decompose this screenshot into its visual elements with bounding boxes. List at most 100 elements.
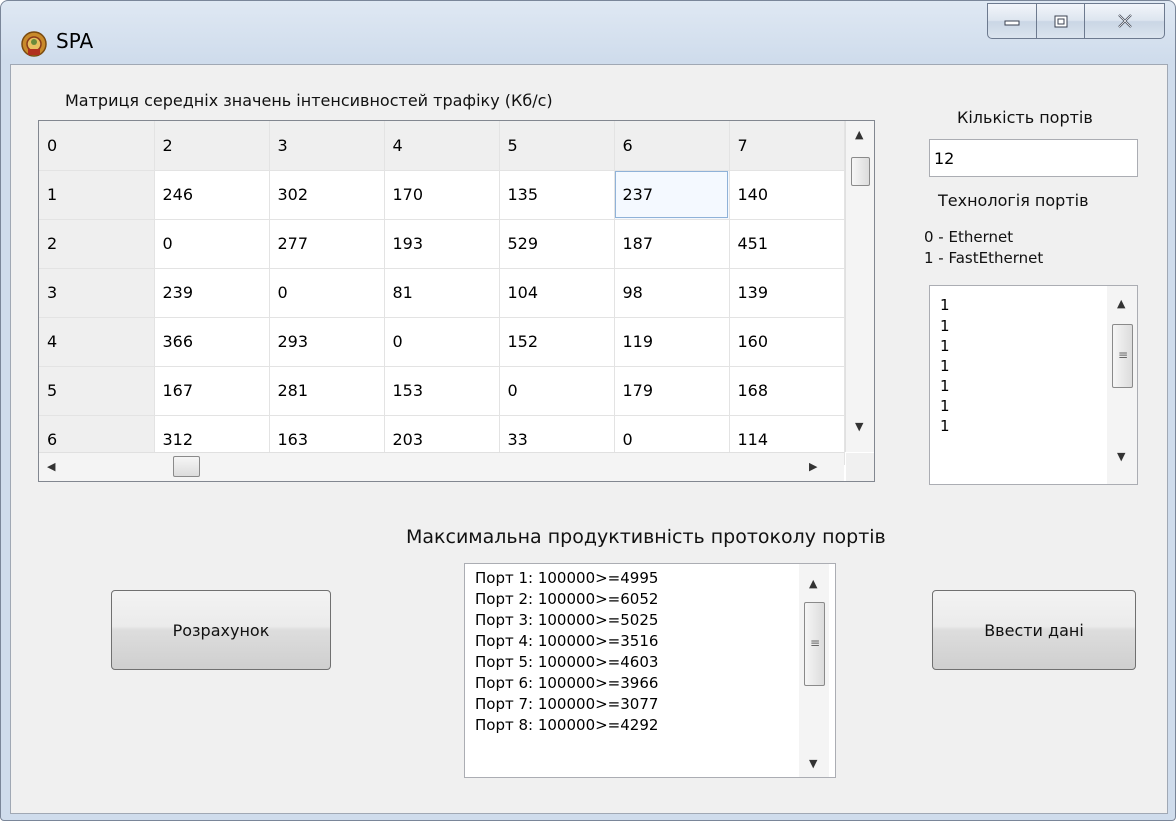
table-cell[interactable]: 119 bbox=[614, 317, 730, 367]
grip-icon: ≡ bbox=[810, 636, 821, 650]
table-cell[interactable]: 170 bbox=[384, 170, 500, 220]
scroll-down-arrow-icon[interactable]: ▼ bbox=[855, 421, 863, 433]
table-cell[interactable]: 153 bbox=[384, 366, 500, 416]
table-row: 5 167 281 153 0 179 168 bbox=[39, 366, 845, 416]
table-cell[interactable]: 246 bbox=[154, 170, 270, 220]
table-cell[interactable]: 152 bbox=[499, 317, 615, 367]
table-cell[interactable]: 167 bbox=[154, 366, 270, 416]
table-cell[interactable]: 168 bbox=[729, 366, 845, 416]
header-cell[interactable]: 0 bbox=[39, 121, 155, 171]
list-item[interactable]: 1 bbox=[930, 416, 1137, 436]
table-cell[interactable]: 98 bbox=[614, 268, 730, 318]
results-label: Максимальна продуктивність протоколу пор… bbox=[406, 526, 886, 548]
table-cell[interactable]: 104 bbox=[499, 268, 615, 318]
table-cell[interactable]: 0 bbox=[384, 317, 500, 367]
list-item[interactable]: Порт 2: 100000>=6052 bbox=[465, 589, 835, 610]
port-technology-label: Технологія портів bbox=[938, 191, 1089, 210]
table-cell[interactable]: 0 bbox=[269, 268, 385, 318]
maximize-button[interactable] bbox=[1037, 3, 1085, 39]
row-header-cell[interactable]: 4 bbox=[39, 317, 155, 367]
table-cell[interactable]: 302 bbox=[269, 170, 385, 220]
main-window: SPA Матриця середніх значень інтенсивнос… bbox=[0, 0, 1176, 821]
list-item[interactable]: Порт 4: 100000>=3516 bbox=[465, 631, 835, 652]
scrollbar-corner bbox=[846, 453, 874, 481]
row-header-cell[interactable]: 3 bbox=[39, 268, 155, 318]
list-item[interactable]: 1 bbox=[930, 396, 1137, 416]
client-area: Матриця середніх значень інтенсивностей … bbox=[10, 64, 1168, 814]
grid-vertical-scrollbar[interactable]: ▲ ▼ bbox=[845, 121, 874, 452]
table-cell[interactable]: 179 bbox=[614, 366, 730, 416]
table-cell[interactable]: 366 bbox=[154, 317, 270, 367]
header-cell[interactable]: 5 bbox=[499, 121, 615, 171]
table-cell[interactable]: 451 bbox=[729, 219, 845, 269]
table-cell[interactable]: 81 bbox=[384, 268, 500, 318]
traffic-matrix-grid[interactable]: 0 2 3 4 5 6 7 1 246 302 170 135 237 140 bbox=[38, 120, 875, 482]
calculate-button-label: Розрахунок bbox=[172, 620, 270, 640]
list-item[interactable]: Порт 1: 100000>=4995 bbox=[465, 568, 835, 589]
scroll-down-arrow-icon[interactable]: ▼ bbox=[809, 758, 817, 770]
matrix-label: Матриця середніх значень інтенсивностей … bbox=[65, 91, 553, 110]
grid-horizontal-scrollbar[interactable]: ◀ ▶ bbox=[39, 452, 844, 481]
header-cell[interactable]: 6 bbox=[614, 121, 730, 171]
row-header-cell[interactable]: 1 bbox=[39, 170, 155, 220]
grid-vscroll-thumb[interactable] bbox=[851, 157, 870, 186]
row-header-cell[interactable]: 2 bbox=[39, 219, 155, 269]
header-cell[interactable]: 2 bbox=[154, 121, 270, 171]
header-cell[interactable]: 4 bbox=[384, 121, 500, 171]
close-button[interactable] bbox=[1085, 3, 1165, 39]
tech-list-scroll-thumb[interactable]: ≡ bbox=[1112, 324, 1133, 388]
list-item[interactable]: 1 bbox=[930, 316, 1137, 336]
table-cell[interactable]: 160 bbox=[729, 317, 845, 367]
table-cell[interactable]: 277 bbox=[269, 219, 385, 269]
header-cell[interactable]: 7 bbox=[729, 121, 845, 171]
table-row: 2 0 277 193 529 187 451 bbox=[39, 219, 845, 269]
list-item[interactable]: 1 bbox=[930, 356, 1137, 376]
table-cell[interactable]: 0 bbox=[499, 366, 615, 416]
scroll-up-arrow-icon[interactable]: ▲ bbox=[809, 578, 817, 590]
selected-table-cell[interactable]: 237 bbox=[614, 170, 730, 220]
table-cell[interactable]: 239 bbox=[154, 268, 270, 318]
list-item[interactable]: Порт 8: 100000>=4292 bbox=[465, 715, 835, 736]
calculate-button[interactable]: Розрахунок bbox=[111, 590, 331, 670]
header-cell[interactable]: 3 bbox=[269, 121, 385, 171]
list-item[interactable]: Порт 6: 100000>=3966 bbox=[465, 673, 835, 694]
table-cell[interactable]: 529 bbox=[499, 219, 615, 269]
list-item[interactable]: 1 bbox=[930, 376, 1137, 396]
table-cell[interactable]: 281 bbox=[269, 366, 385, 416]
list-item[interactable]: Порт 5: 100000>=4603 bbox=[465, 652, 835, 673]
table-cell[interactable]: 140 bbox=[729, 170, 845, 220]
results-list[interactable]: Порт 1: 100000>=4995 Порт 2: 100000>=605… bbox=[464, 563, 836, 778]
enter-data-button[interactable]: Ввести дані bbox=[932, 590, 1136, 670]
scroll-right-arrow-icon[interactable]: ▶ bbox=[809, 461, 817, 473]
title-bar[interactable]: SPA bbox=[1, 1, 1175, 65]
table-cell[interactable]: 187 bbox=[614, 219, 730, 269]
table-row: 1 246 302 170 135 237 140 bbox=[39, 170, 845, 220]
table-cell[interactable]: 193 bbox=[384, 219, 500, 269]
results-scroll-thumb[interactable]: ≡ bbox=[804, 602, 825, 686]
table-row: 4 366 293 0 152 119 160 bbox=[39, 317, 845, 367]
close-icon bbox=[1117, 14, 1132, 28]
list-item[interactable]: Порт 3: 100000>=5025 bbox=[465, 610, 835, 631]
table-cell[interactable]: 0 bbox=[154, 219, 270, 269]
table-cell[interactable]: 135 bbox=[499, 170, 615, 220]
row-header-cell[interactable]: 5 bbox=[39, 366, 155, 416]
list-item[interactable]: 1 bbox=[930, 336, 1137, 356]
app-icon bbox=[21, 31, 47, 57]
scroll-down-arrow-icon[interactable]: ▼ bbox=[1117, 451, 1125, 463]
table-cell[interactable]: 293 bbox=[269, 317, 385, 367]
scroll-left-arrow-icon[interactable]: ◀ bbox=[47, 461, 55, 473]
port-count-value: 12 bbox=[934, 149, 955, 168]
enter-data-button-label: Ввести дані bbox=[984, 620, 1084, 640]
minimize-button[interactable] bbox=[987, 3, 1037, 39]
results-list-scrollbar[interactable]: ▲ ≡ ▼ bbox=[799, 564, 829, 777]
port-technology-list[interactable]: 1 1 1 1 1 1 1 ▲ ≡ ▼ bbox=[929, 285, 1138, 485]
scroll-up-arrow-icon[interactable]: ▲ bbox=[1117, 298, 1125, 310]
table-cell[interactable]: 139 bbox=[729, 268, 845, 318]
list-item[interactable]: 1 bbox=[930, 295, 1137, 316]
port-count-input[interactable]: 12 bbox=[929, 139, 1138, 177]
list-item[interactable]: Порт 7: 100000>=3077 bbox=[465, 694, 835, 715]
scroll-up-arrow-icon[interactable]: ▲ bbox=[855, 129, 863, 141]
caption-buttons bbox=[987, 3, 1165, 41]
tech-list-scrollbar[interactable]: ▲ ≡ ▼ bbox=[1107, 286, 1137, 484]
grid-hscroll-thumb[interactable] bbox=[173, 456, 200, 477]
